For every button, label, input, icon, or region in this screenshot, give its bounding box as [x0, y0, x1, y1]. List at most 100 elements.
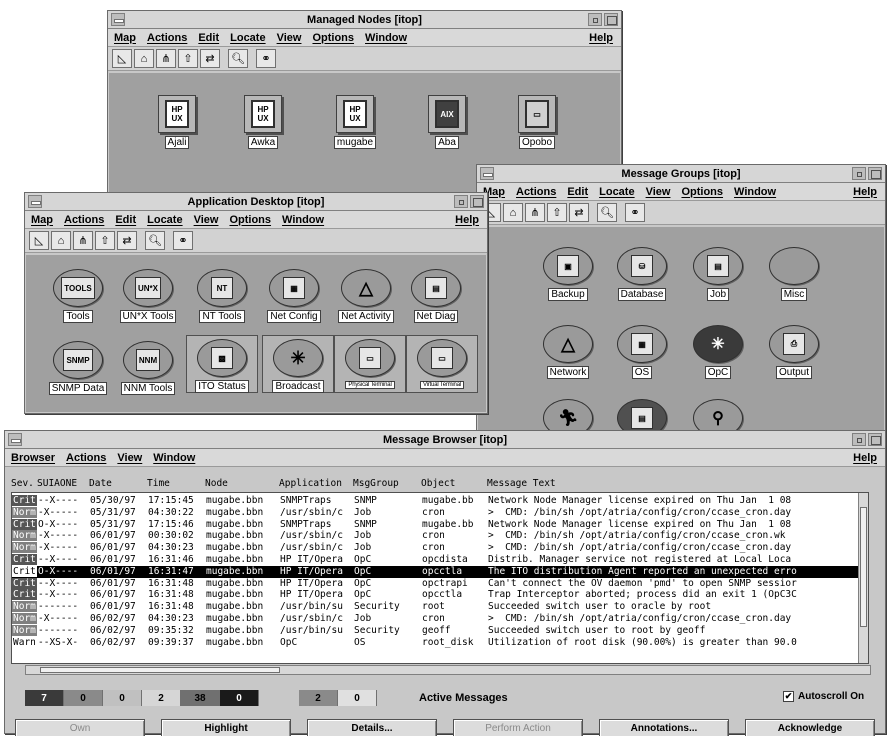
app-nt-tools[interactable]: NT NT Tools: [186, 269, 258, 323]
parent-icon[interactable]: ⇧: [547, 203, 567, 222]
table-row[interactable]: Norm -X----- 06/01/97 04:30:23 mugabe.bbn/us…: [12, 542, 858, 554]
own-button[interactable]: Own: [15, 718, 145, 736]
root-icon[interactable]: ⋔: [156, 49, 176, 68]
acknowledge-button[interactable]: Acknowledge: [745, 718, 875, 736]
table-row[interactable]: Norm -X----- 05/31/97 04:30:22 mugabe.bbn/us…: [12, 506, 858, 519]
group-job[interactable]: ▤ Job: [682, 247, 754, 301]
table-row[interactable]: Crit O-X---- 05/31/97 17:15:46 mugabe.bbn SNM…: [12, 518, 858, 531]
connect-icon[interactable]: ⚭: [625, 203, 645, 222]
menu-map[interactable]: Map: [114, 32, 136, 44]
find-icon[interactable]: 🔍︎: [597, 203, 617, 222]
menu-window[interactable]: Window: [153, 452, 195, 464]
table-row[interactable]: Crit O-X---- 06/01/97 16:31:47 mugabe.bbn HP …: [12, 565, 858, 578]
group-network[interactable]: △ Network: [532, 325, 604, 379]
severity-count-badge[interactable]: 2: [142, 690, 181, 706]
root-icon[interactable]: ⋔: [73, 231, 93, 250]
close-map-icon[interactable]: ◺: [112, 49, 132, 68]
quick-navigator-icon[interactable]: ⇄: [117, 231, 137, 250]
app-broadcast[interactable]: ✳ Broadcast: [262, 335, 334, 393]
menu-options[interactable]: Options: [681, 186, 723, 198]
message-list[interactable]: Crit --X---- 05/30/97 17:15:45 mugabe.bbn SNM…: [11, 492, 869, 664]
group-database[interactable]: ⛁ Database: [606, 247, 678, 301]
menu-locate[interactable]: Locate: [599, 186, 634, 198]
table-row[interactable]: Crit --X---- 05/30/97 17:15:45 mugabe.bbn SNM…: [12, 495, 858, 507]
window-menu-button[interactable]: [111, 13, 125, 26]
menu-browser[interactable]: Browser: [11, 452, 55, 464]
maximize-button[interactable]: [868, 167, 882, 180]
minimize-button[interactable]: [852, 433, 866, 446]
severity-count-badge[interactable]: 7: [25, 690, 64, 706]
group-backup[interactable]: ▣ Backup: [532, 247, 604, 301]
app-ito-status[interactable]: ▩ ITO Status: [186, 335, 258, 393]
home-icon[interactable]: ⌂: [134, 49, 154, 68]
table-row[interactable]: Norm ------- 06/01/97 16:31:48 mugabe.bbn/us…: [12, 601, 858, 613]
root-icon[interactable]: ⋔: [525, 203, 545, 222]
menu-help[interactable]: Help: [455, 214, 479, 226]
group-output[interactable]: ⎙ Output: [758, 325, 830, 379]
menu-options[interactable]: Options: [312, 32, 354, 44]
table-row[interactable]: Crit --X---- 06/01/97 16:31:48 mugabe.bbn HP …: [12, 589, 858, 601]
menu-help[interactable]: Help: [853, 452, 877, 464]
menu-window[interactable]: Window: [282, 214, 324, 226]
app-physical-terminal[interactable]: ▭ Physical Terminal: [334, 335, 406, 393]
menu-actions[interactable]: Actions: [516, 186, 556, 198]
scroll-thumb[interactable]: [860, 507, 867, 627]
maximize-button[interactable]: [868, 433, 882, 446]
app-tools[interactable]: TOOLS Tools: [42, 269, 114, 323]
app-net-activity[interactable]: △ Net Activity: [330, 269, 402, 323]
node-awka[interactable]: HP UX Awka: [235, 95, 291, 149]
message-browser-titlebar[interactable]: Message Browser [itop]: [5, 431, 885, 449]
horizontal-scrollbar[interactable]: [25, 665, 871, 675]
group-os[interactable]: ▦ OS: [606, 325, 678, 379]
autoscroll-toggle[interactable]: ✔ Autoscroll On: [783, 691, 864, 702]
menu-actions[interactable]: Actions: [147, 32, 187, 44]
window-menu-button[interactable]: [28, 195, 42, 208]
perform-action-button[interactable]: Perform Action: [453, 718, 583, 736]
app-nnm-tools[interactable]: NNM NNM Tools: [112, 341, 184, 395]
severity-count-badge[interactable]: 0: [220, 690, 259, 706]
menu-view[interactable]: View: [277, 32, 302, 44]
parent-icon[interactable]: ⇧: [95, 231, 115, 250]
minimize-button[interactable]: [588, 13, 602, 26]
node-opobo[interactable]: ▭ Opobo: [509, 95, 565, 149]
minimize-button[interactable]: [454, 195, 468, 208]
menu-help[interactable]: Help: [853, 186, 877, 198]
home-icon[interactable]: ⌂: [51, 231, 71, 250]
app-unix-tools[interactable]: UN*X UN*X Tools: [112, 269, 184, 323]
connect-icon[interactable]: ⚭: [173, 231, 193, 250]
menu-help[interactable]: Help: [589, 32, 613, 44]
severity-count-badge[interactable]: 0: [64, 690, 103, 706]
vertical-scrollbar[interactable]: [858, 493, 868, 663]
table-row[interactable]: Crit --X---- 06/01/97 16:31:48 mugabe.bbn HP …: [12, 577, 858, 590]
severity-count-badge[interactable]: 0: [103, 690, 142, 706]
menu-actions[interactable]: Actions: [66, 452, 106, 464]
quick-navigator-icon[interactable]: ⇄: [200, 49, 220, 68]
window-menu-button[interactable]: [8, 433, 22, 446]
table-row[interactable]: Norm -X----- 06/01/97 00:30:02 mugabe.bbn/us…: [12, 530, 858, 542]
autoscroll-checkbox[interactable]: ✔: [783, 691, 794, 702]
menu-locate[interactable]: Locate: [147, 214, 182, 226]
menu-view[interactable]: View: [194, 214, 219, 226]
menu-locate[interactable]: Locate: [230, 32, 265, 44]
message-groups-titlebar[interactable]: Message Groups [itop]: [477, 165, 885, 183]
app-net-diag[interactable]: ▤ Net Diag: [400, 269, 472, 323]
highlight-button[interactable]: Highlight: [161, 718, 291, 736]
menu-view[interactable]: View: [117, 452, 142, 464]
group-misc[interactable]: Misc: [758, 247, 830, 301]
severity-count-badge[interactable]: 2: [299, 690, 338, 706]
find-icon[interactable]: 🔍︎: [145, 231, 165, 250]
menu-edit[interactable]: Edit: [198, 32, 219, 44]
group-opc[interactable]: ✳ OpC: [682, 325, 754, 379]
table-row[interactable]: Norm ------- 06/02/97 09:35:32 mugabe.bbn/us…: [12, 624, 858, 637]
node-mugabe[interactable]: HP UX mugabe: [327, 95, 383, 149]
app-virtual-terminal[interactable]: ▭ Virtual Terminal: [406, 335, 478, 393]
maximize-button[interactable]: [604, 13, 618, 26]
app-net-config[interactable]: ▦ Net Config: [258, 269, 330, 323]
menu-edit[interactable]: Edit: [115, 214, 136, 226]
minimize-button[interactable]: [852, 167, 866, 180]
quick-navigator-icon[interactable]: ⇄: [569, 203, 589, 222]
app-snmp-data[interactable]: SNMP SNMP Data: [42, 341, 114, 395]
scroll-thumb[interactable]: [40, 667, 280, 673]
node-aba[interactable]: AIX Aba: [419, 95, 475, 149]
managed-nodes-titlebar[interactable]: Managed Nodes [itop]: [108, 11, 621, 29]
